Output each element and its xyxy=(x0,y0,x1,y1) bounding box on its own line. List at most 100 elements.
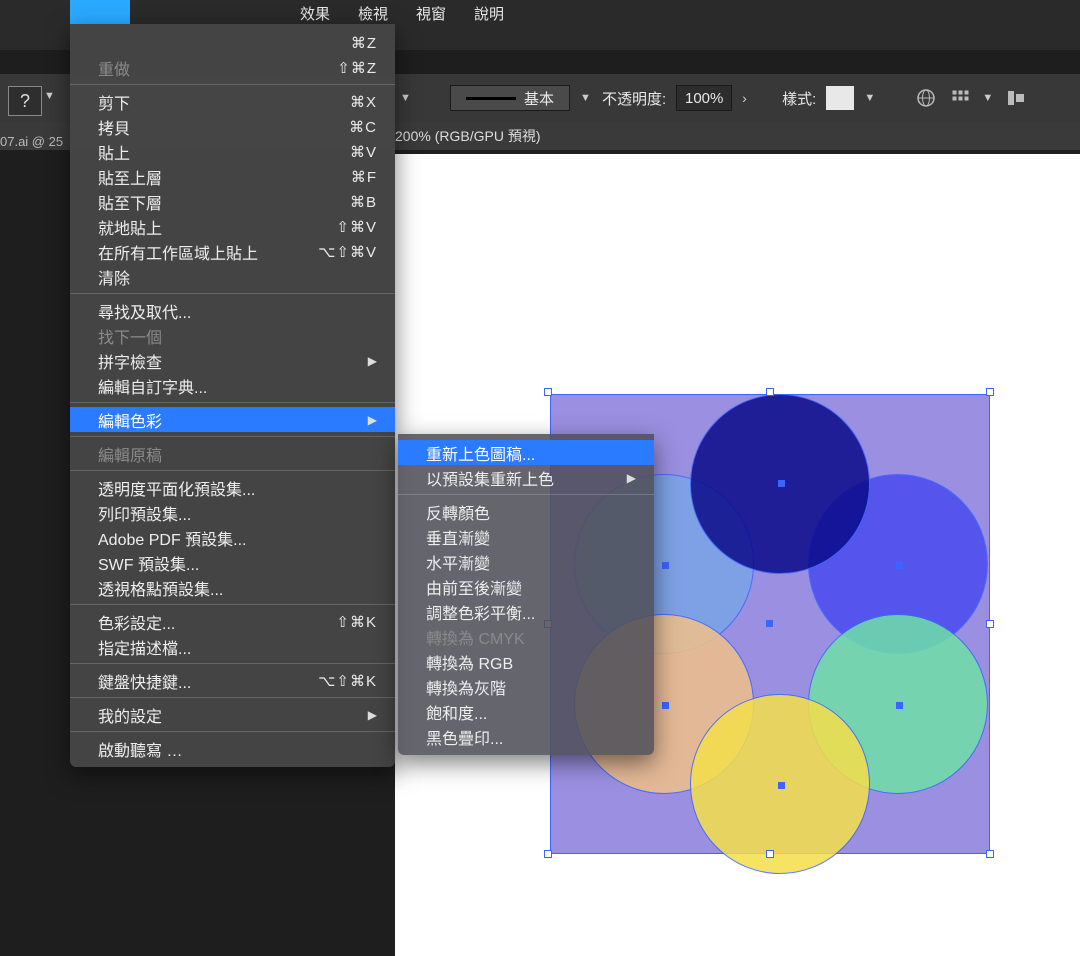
menu-item-label: 鍵盤快捷鍵... xyxy=(98,669,191,693)
menu-item-label: 重新上色圖稿... xyxy=(426,441,535,465)
anchor-point[interactable] xyxy=(662,562,669,569)
menu-item[interactable]: 貼上⌘V xyxy=(70,139,395,164)
anchor-point[interactable] xyxy=(766,620,773,627)
help-dropdown-chevron[interactable]: ▼ xyxy=(44,90,55,102)
document-tab[interactable]: 200% (RGB/GPU 預視) xyxy=(395,126,540,146)
help-icon[interactable]: ? xyxy=(8,86,42,116)
menu-item[interactable]: SWF 預設集... xyxy=(70,550,395,575)
selection-handle[interactable] xyxy=(986,388,994,396)
shortcut: ⇧⌘K xyxy=(336,613,377,631)
style-swatch[interactable] xyxy=(826,86,854,110)
chevron-down-icon[interactable]: ▼ xyxy=(864,92,876,104)
menu-item[interactable]: 反轉顏色 xyxy=(398,499,654,524)
menu-item[interactable]: 我的設定▶ xyxy=(70,702,395,727)
chevron-down-icon[interactable]: ▼ xyxy=(580,92,592,104)
menu-item-label: 清除 xyxy=(98,265,130,289)
menu-item[interactable]: 以預設集重新上色▶ xyxy=(398,465,654,490)
menu-item[interactable]: 黑色疊印... xyxy=(398,724,654,749)
anchor-point[interactable] xyxy=(662,702,669,709)
shortcut: ⇧⌘V xyxy=(336,218,377,236)
menu-item-label: 編輯色彩 xyxy=(98,408,162,432)
shortcut: ⌘Z xyxy=(351,34,377,52)
menu-item[interactable]: 色彩設定...⇧⌘K xyxy=(70,609,395,634)
anchor-point[interactable] xyxy=(778,480,785,487)
menu-item[interactable]: Adobe PDF 預設集... xyxy=(70,525,395,550)
menu-item[interactable]: 垂直漸變 xyxy=(398,524,654,549)
menu-item[interactable]: 編輯自訂字典... xyxy=(70,373,395,398)
menu-item-label: 水平漸變 xyxy=(426,550,490,574)
menu-item-label: 調整色彩平衡... xyxy=(426,600,535,624)
menu-window[interactable]: 視窗 xyxy=(416,3,446,24)
selection-handle[interactable] xyxy=(544,388,552,396)
chevron-down-icon[interactable]: ▼ xyxy=(400,92,412,104)
menu-item-label: 轉換為 RGB xyxy=(426,650,513,674)
shortcut: ⌘V xyxy=(350,143,377,161)
menu-item[interactable]: 轉換為灰階 xyxy=(398,674,654,699)
arrow-right-icon[interactable]: › xyxy=(742,90,756,106)
separator xyxy=(398,494,654,495)
menu-item[interactable]: 清除 xyxy=(70,264,395,289)
selection-handle[interactable] xyxy=(766,850,774,858)
opacity-value[interactable]: 100% xyxy=(676,85,732,111)
menu-item[interactable]: 由前至後漸變 xyxy=(398,574,654,599)
menu-item[interactable]: 拷貝⌘C xyxy=(70,114,395,139)
menu-effects[interactable]: 效果 xyxy=(300,3,330,24)
menu-item[interactable]: 透視格點預設集... xyxy=(70,575,395,600)
globe-icon[interactable] xyxy=(914,86,938,110)
menu-item[interactable]: 透明度平面化預設集... xyxy=(70,475,395,500)
menu-item[interactable]: 鍵盤快捷鍵...⌥⇧⌘K xyxy=(70,668,395,693)
menu-item[interactable]: 尋找及取代... xyxy=(70,298,395,323)
menu-item-label: 在所有工作區域上貼上 xyxy=(98,240,258,264)
separator xyxy=(70,731,395,732)
align-panel-icon[interactable] xyxy=(1004,86,1028,110)
shortcut: ⇧⌘Z xyxy=(337,59,377,77)
menu-item-label: 編輯自訂字典... xyxy=(98,374,207,398)
menu-item[interactable]: 調整色彩平衡... xyxy=(398,599,654,624)
selection-handle[interactable] xyxy=(986,850,994,858)
chevron-down-icon[interactable]: ▼ xyxy=(982,92,994,104)
menu-item[interactable]: 指定描述檔... xyxy=(70,634,395,659)
menu-item[interactable]: 重新上色圖稿... xyxy=(398,440,654,465)
anchor-point[interactable] xyxy=(896,562,903,569)
menu-item[interactable]: 列印預設集... xyxy=(70,500,395,525)
menu-item-label: 列印預設集... xyxy=(98,501,191,525)
separator xyxy=(70,663,395,664)
menu-item[interactable]: 就地貼上⇧⌘V xyxy=(70,214,395,239)
selection-handle[interactable] xyxy=(544,850,552,858)
shortcut: ⌘X xyxy=(350,93,377,111)
menu-item[interactable]: 貼至下層⌘B xyxy=(70,189,395,214)
menu-item[interactable]: 剪下⌘X xyxy=(70,89,395,114)
anchor-point[interactable] xyxy=(896,702,903,709)
menu-item: 轉換為 CMYK xyxy=(398,624,654,649)
opacity-label: 不透明度: xyxy=(602,88,666,109)
menu-item[interactable]: 編輯色彩▶ xyxy=(70,407,395,432)
selection-handle[interactable] xyxy=(766,388,774,396)
menu-help[interactable]: 說明 xyxy=(474,3,504,24)
menu-item-label: Adobe PDF 預設集... xyxy=(98,526,247,550)
menu-item-label: 貼至下層 xyxy=(98,190,162,214)
menu-item[interactable]: 水平漸變 xyxy=(398,549,654,574)
menu-item[interactable]: 貼至上層⌘F xyxy=(70,164,395,189)
menu-item[interactable]: 在所有工作區域上貼上⌥⇧⌘V xyxy=(70,239,395,264)
submenu-arrow-icon: ▶ xyxy=(368,708,377,722)
separator xyxy=(70,402,395,403)
menu-item: 編輯原稿 xyxy=(70,441,395,466)
selection-handle[interactable] xyxy=(986,620,994,628)
separator xyxy=(70,604,395,605)
menu-item[interactable]: 拼字檢查▶ xyxy=(70,348,395,373)
menu-view[interactable]: 檢視 xyxy=(358,3,388,24)
anchor-point[interactable] xyxy=(778,782,785,789)
submenu-arrow-icon: ▶ xyxy=(627,471,636,485)
menu-item[interactable]: 啟動聽寫 … xyxy=(70,736,395,761)
menu-edit-highlight[interactable] xyxy=(70,0,130,24)
menu-item-label: 找下一個 xyxy=(98,324,162,348)
document-zoom-label: 07.ai @ 25 xyxy=(0,134,63,149)
stroke-label: 基本 xyxy=(524,88,554,109)
menu-item[interactable]: 轉換為 RGB xyxy=(398,649,654,674)
stroke-preset[interactable]: 基本 xyxy=(450,85,570,111)
separator xyxy=(70,470,395,471)
menu-item[interactable]: 飽和度... xyxy=(398,699,654,724)
shortcut: ⌘C xyxy=(349,118,377,136)
align-grid-icon[interactable] xyxy=(948,86,972,110)
menubar: 效果 檢視 視窗 說明 xyxy=(0,0,1080,26)
